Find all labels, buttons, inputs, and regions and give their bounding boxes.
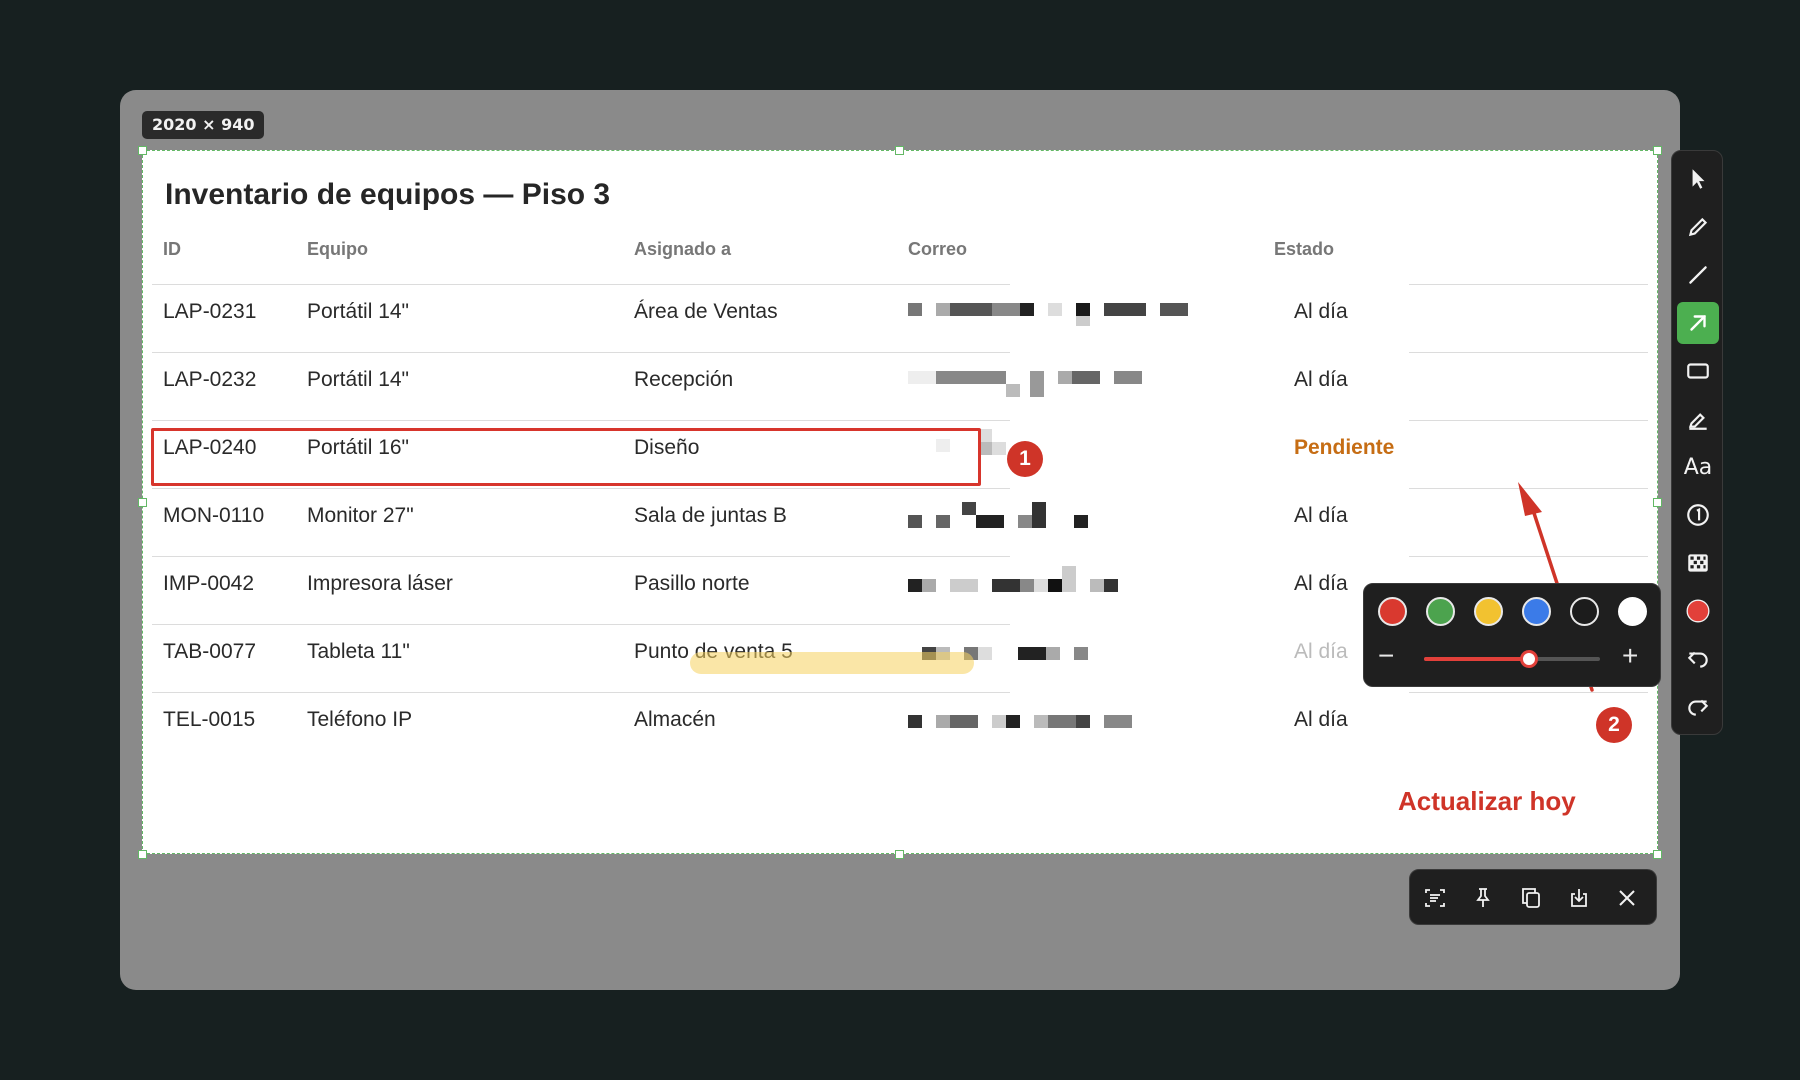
swatch-red[interactable] bbox=[1378, 597, 1407, 626]
tool-color[interactable] bbox=[1677, 590, 1719, 632]
size-slider-fill bbox=[1424, 657, 1530, 661]
cursor-icon bbox=[1692, 169, 1705, 189]
ocr-button[interactable] bbox=[1415, 878, 1455, 918]
swatch-white[interactable] bbox=[1618, 597, 1647, 626]
save-button[interactable] bbox=[1559, 878, 1599, 918]
annotation-toolbar: Aa bbox=[1671, 150, 1723, 735]
copy-button[interactable] bbox=[1511, 878, 1551, 918]
swatch-green[interactable] bbox=[1426, 597, 1455, 626]
pin-button[interactable] bbox=[1463, 878, 1503, 918]
tool-mosaic[interactable] bbox=[1677, 542, 1719, 584]
ocr-icon bbox=[1425, 889, 1445, 907]
tool-pen[interactable] bbox=[1677, 206, 1719, 248]
tool-redo[interactable] bbox=[1677, 686, 1719, 728]
close-icon bbox=[1619, 890, 1635, 906]
pen-icon bbox=[1688, 217, 1708, 237]
tool-select[interactable] bbox=[1677, 158, 1719, 200]
text-icon: Aa bbox=[1683, 454, 1713, 480]
size-decrease-button[interactable]: − bbox=[1378, 642, 1394, 670]
pin-icon bbox=[1476, 888, 1490, 907]
color-dot-icon bbox=[1686, 599, 1710, 623]
capture-actions-bar bbox=[1409, 869, 1657, 925]
tool-text[interactable]: Aa bbox=[1677, 446, 1719, 488]
size-slider-thumb[interactable] bbox=[1520, 650, 1538, 668]
tool-arrow[interactable] bbox=[1677, 302, 1719, 344]
annotation-arrowhead bbox=[1518, 482, 1542, 516]
swatch-blue[interactable] bbox=[1522, 597, 1551, 626]
size-slider[interactable] bbox=[1424, 657, 1600, 661]
tool-highlighter[interactable] bbox=[1677, 398, 1719, 440]
step-number-icon bbox=[1687, 504, 1709, 526]
tool-step-number[interactable] bbox=[1677, 494, 1719, 536]
tool-undo[interactable] bbox=[1677, 638, 1719, 680]
mosaic-icon bbox=[1688, 554, 1708, 572]
rectangle-icon bbox=[1687, 363, 1709, 379]
highlighter-icon bbox=[1688, 413, 1707, 430]
close-button[interactable] bbox=[1607, 878, 1647, 918]
line-icon bbox=[1689, 266, 1707, 284]
tool-rectangle[interactable] bbox=[1677, 350, 1719, 392]
copy-icon bbox=[1522, 888, 1540, 908]
tool-line[interactable] bbox=[1677, 254, 1719, 296]
arrow-icon bbox=[1690, 315, 1706, 331]
undo-icon bbox=[1687, 651, 1708, 668]
redo-icon bbox=[1688, 699, 1709, 716]
save-icon bbox=[1571, 889, 1587, 907]
color-palette: − + bbox=[1363, 583, 1661, 687]
swatch-black[interactable] bbox=[1570, 597, 1599, 626]
size-increase-button[interactable]: + bbox=[1622, 642, 1638, 670]
swatch-yellow[interactable] bbox=[1474, 597, 1503, 626]
